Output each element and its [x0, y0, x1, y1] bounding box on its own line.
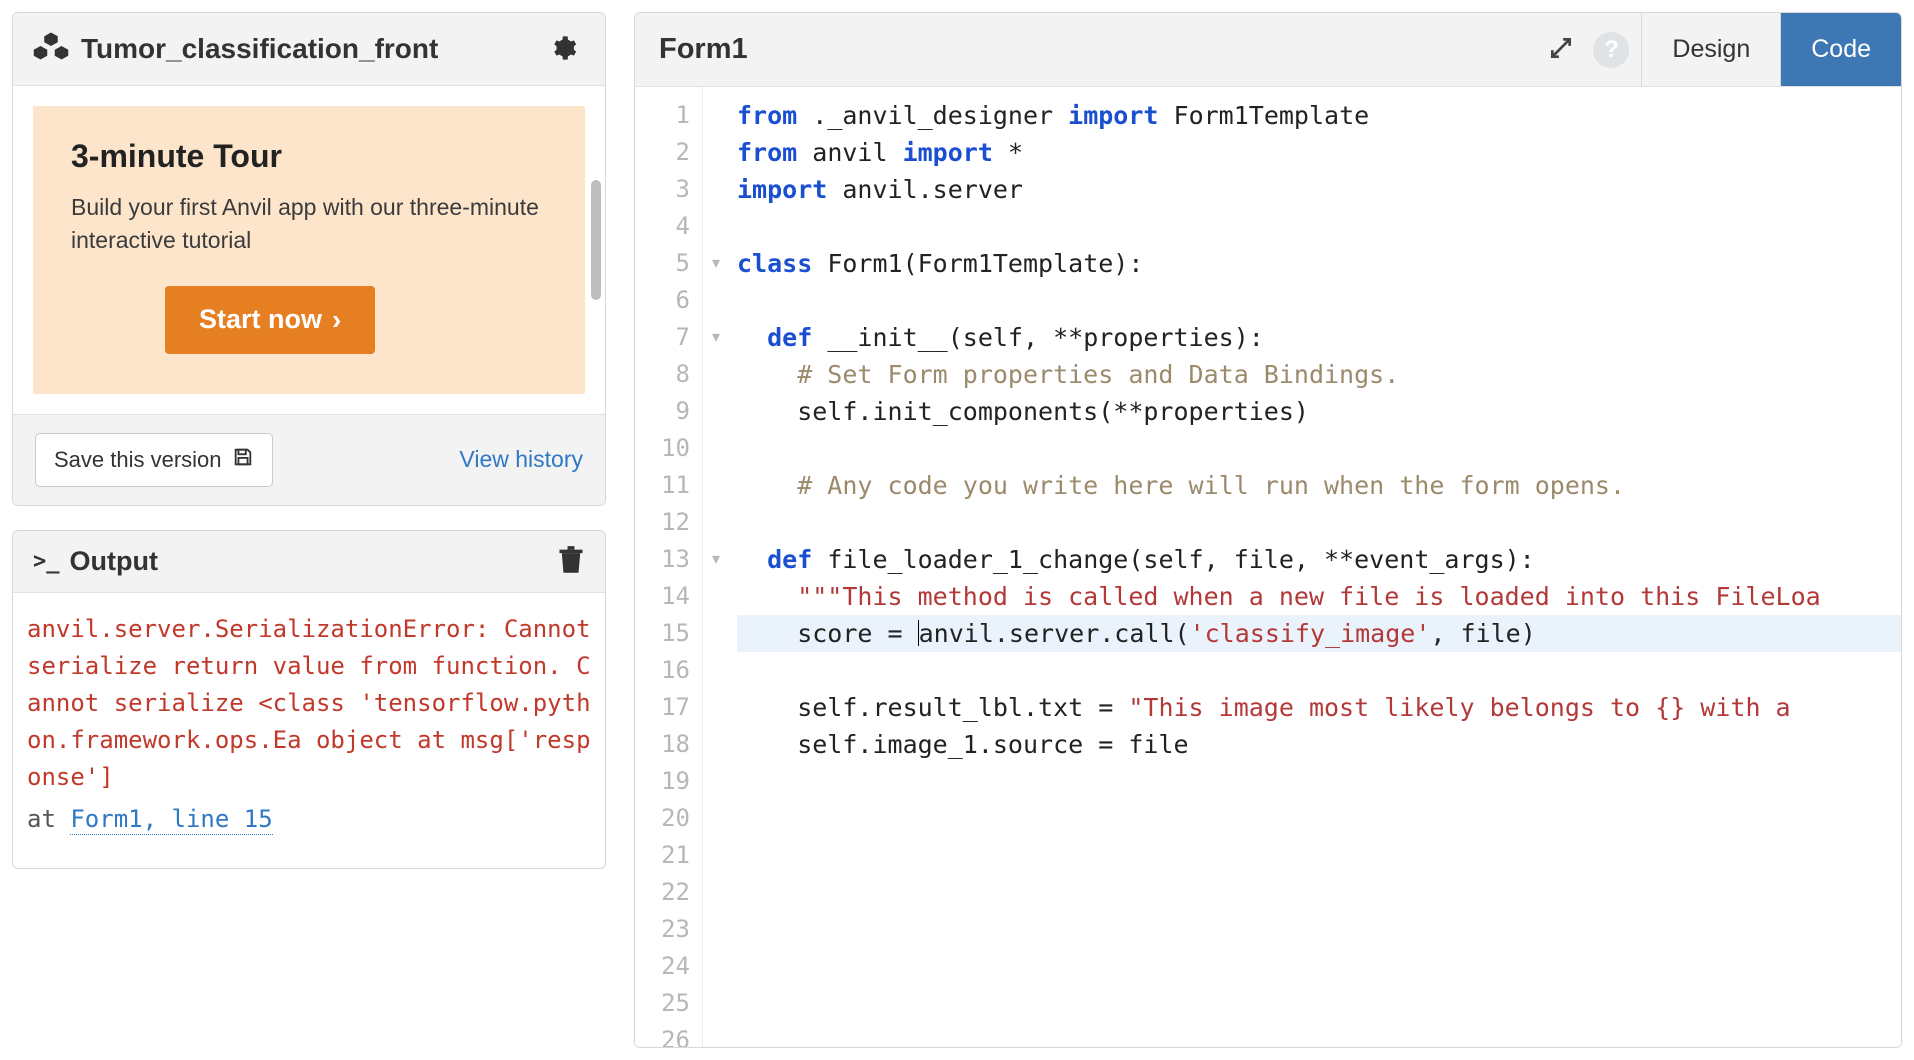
code-line — [737, 837, 1901, 874]
cubes-icon — [33, 31, 69, 68]
settings-button[interactable] — [541, 27, 585, 71]
code-line: def file_loader_1_change(self, file, **e… — [737, 541, 1901, 578]
code-line: # Any code you write here will run when … — [737, 467, 1901, 504]
code-line — [737, 1022, 1901, 1047]
code-line — [737, 652, 1901, 689]
code-line: def __init__(self, **properties): — [737, 319, 1901, 356]
code-area[interactable]: from ._anvil_designer import Form1Templa… — [729, 87, 1901, 1047]
fold-gutter: ▾▾▾ — [703, 87, 729, 1047]
start-tour-label: Start now — [199, 304, 322, 335]
output-panel: >_ Output anvil.server.SerializationErro… — [12, 530, 606, 869]
app-title-row: Tumor_classification_front — [33, 31, 438, 68]
app-header: Tumor_classification_front — [13, 13, 605, 86]
code-line: self.result_lbl.txt = "This image most l… — [737, 689, 1901, 726]
code-line — [737, 800, 1901, 837]
code-line — [737, 763, 1901, 800]
help-icon[interactable]: ? — [1593, 32, 1629, 68]
output-traceback: at Form1, line 15 — [27, 801, 591, 838]
trash-icon — [557, 563, 585, 578]
code-line — [737, 208, 1901, 245]
app-name: Tumor_classification_front — [81, 33, 438, 65]
start-tour-button[interactable]: Start now › — [165, 286, 375, 354]
code-line — [737, 504, 1901, 541]
view-history-link[interactable]: View history — [459, 446, 583, 473]
code-line — [737, 911, 1901, 948]
tour-title: 3-minute Tour — [71, 138, 547, 175]
code-line: self.image_1.source = file — [737, 726, 1901, 763]
code-line: from anvil import * — [737, 134, 1901, 171]
code-line: from ._anvil_designer import Form1Templa… — [737, 97, 1901, 134]
code-line-active: score = anvil.server.call('classify_imag… — [737, 615, 1901, 652]
code-line: # Set Form properties and Data Bindings. — [737, 356, 1901, 393]
code-line — [737, 282, 1901, 319]
save-version-button[interactable]: Save this version — [35, 433, 273, 487]
code-line — [737, 948, 1901, 985]
chevron-right-icon: › — [332, 304, 341, 336]
code-line — [737, 985, 1901, 1022]
line-number-gutter: 1234567891011121314151617181920212223242… — [635, 87, 703, 1047]
output-body: anvil.server.SerializationError: Cannot … — [13, 593, 605, 868]
app-panel: Tumor_classification_front 3-minute Tour… — [12, 12, 606, 506]
floppy-icon — [232, 446, 254, 474]
editor-body: 1234567891011121314151617181920212223242… — [635, 87, 1901, 1047]
code-line: self.init_components(**properties) — [737, 393, 1901, 430]
output-title: Output — [70, 546, 158, 577]
save-version-label: Save this version — [54, 447, 222, 473]
tab-code[interactable]: Code — [1780, 13, 1901, 86]
output-title-row: >_ Output — [33, 546, 158, 577]
tour-description: Build your first Anvil app with our thre… — [71, 191, 547, 258]
tour-card: 3-minute Tour Build your first Anvil app… — [33, 106, 585, 394]
gear-icon — [549, 34, 577, 65]
code-line: """This method is called when a new file… — [737, 578, 1901, 615]
code-line — [737, 874, 1901, 911]
editor-header-tools: ? Design Code — [1535, 13, 1901, 86]
prompt-icon: >_ — [33, 549, 60, 574]
editor-panel: Form1 ? Design Code 12345678910111213141… — [634, 12, 1902, 1048]
form-title: Form1 — [659, 33, 748, 66]
clear-output-button[interactable] — [557, 545, 585, 578]
code-line — [737, 430, 1901, 467]
output-header: >_ Output — [13, 531, 605, 593]
at-prefix: at — [27, 805, 70, 833]
scrollbar-thumb[interactable] — [591, 180, 601, 300]
tab-design[interactable]: Design — [1641, 13, 1780, 86]
code-line: class Form1(Form1Template): — [737, 245, 1901, 282]
expand-icon — [1548, 35, 1574, 64]
traceback-link[interactable]: Form1, line 15 — [70, 805, 272, 835]
code-line: import anvil.server — [737, 171, 1901, 208]
app-body: 3-minute Tour Build your first Anvil app… — [13, 86, 605, 414]
app-footer: Save this version View history — [13, 414, 605, 505]
editor-header: Form1 ? Design Code — [635, 13, 1901, 87]
expand-button[interactable] — [1535, 24, 1587, 76]
output-error-text: anvil.server.SerializationError: Cannot … — [27, 611, 591, 797]
